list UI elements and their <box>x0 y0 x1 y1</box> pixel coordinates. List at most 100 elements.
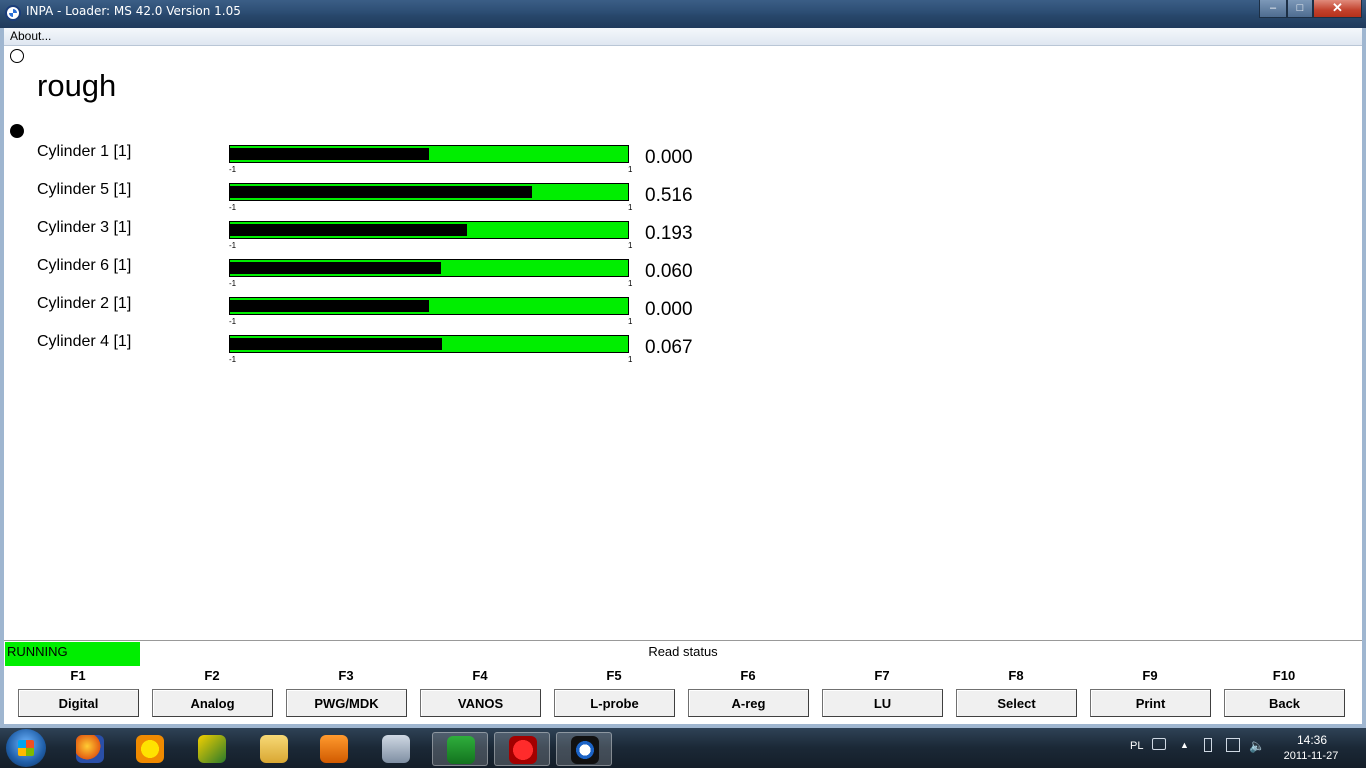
bmw-app-icon <box>5 5 21 21</box>
fkey-label-f4: F4 <box>472 668 488 683</box>
cylinder-bar-fill <box>230 300 429 312</box>
taskbar-media-player-icon[interactable] <box>306 732 362 766</box>
bar-max-label: 1 <box>628 317 633 326</box>
menu-about[interactable]: About... <box>10 29 51 43</box>
fkey-button-vanos[interactable]: VANOS <box>420 689 541 717</box>
bar-max-label: 1 <box>628 241 633 250</box>
cylinder-bar-fill <box>230 148 429 160</box>
cylinder-bar <box>229 183 629 201</box>
function-key-panel: Read status RUNNING F1 Digital F2 Analog F3 P… <box>4 640 1362 724</box>
fkey-label-f1: F1 <box>70 668 86 683</box>
fkey-label-f10: F10 <box>1272 668 1296 683</box>
volume-icon[interactable]: 🔈 <box>1249 738 1265 754</box>
cylinder-bar <box>229 335 629 353</box>
cylinder-bar-fill <box>230 224 467 236</box>
cylinder-label: Cylinder 5 [1] <box>37 181 132 198</box>
fkey-label-f7: F7 <box>874 668 890 683</box>
indicator-filled <box>10 124 24 138</box>
cylinder-bar-fill <box>230 262 441 274</box>
fkey-label-f8: F8 <box>1008 668 1024 683</box>
firefox-icon <box>76 735 104 763</box>
bar-min-label: -1 <box>229 203 237 212</box>
menu-bar: About... <box>4 28 1362 46</box>
cylinder-row: Cylinder 1 [1] -1 1 0.000 <box>4 143 804 181</box>
cylinder-row: Cylinder 6 [1] -1 1 0.060 <box>4 257 804 295</box>
indicator-empty <box>10 49 24 63</box>
fkey-button-digital[interactable]: Digital <box>18 689 139 717</box>
weather-icon <box>136 735 164 763</box>
taskbar-calculator-icon[interactable] <box>368 732 424 766</box>
bmw-inpa-icon <box>571 736 599 764</box>
fkey-button-lu[interactable]: LU <box>822 689 943 717</box>
bar-max-label: 1 <box>628 203 633 212</box>
main-content: rough Cylinder 1 [1] -1 1 0.000 Cylinder 5 [… <box>4 46 1362 640</box>
bar-min-label: -1 <box>229 165 237 174</box>
taskbar-paint-icon[interactable] <box>494 732 550 766</box>
keyboard-icon[interactable] <box>1152 738 1166 750</box>
paint-icon <box>509 736 537 764</box>
bar-min-label: -1 <box>229 317 237 326</box>
cylinder-value: 0.193 <box>645 223 693 244</box>
cylinder-bar <box>229 259 629 277</box>
cylinder-value: 0.060 <box>645 261 693 282</box>
fkey-button-pwg-mdk[interactable]: PWG/MDK <box>286 689 407 717</box>
clock-date[interactable]: 2011-11-27 <box>1276 750 1346 762</box>
cylinder-bar <box>229 145 629 163</box>
bar-max-label: 1 <box>628 355 633 364</box>
cylinder-row: Cylinder 5 [1] -1 1 0.516 <box>4 181 804 219</box>
fkey-label-f9: F9 <box>1142 668 1158 683</box>
tray-expand-icon[interactable]: ▲ <box>1180 740 1189 750</box>
taskbar-weather-icon[interactable] <box>122 732 178 766</box>
fkey-label-f2: F2 <box>204 668 220 683</box>
clock-time[interactable]: 14:36 <box>1282 733 1342 747</box>
cylinder-bar <box>229 297 629 315</box>
fkey-button-select[interactable]: Select <box>956 689 1077 717</box>
minimize-button[interactable]: – <box>1259 0 1287 18</box>
close-button[interactable]: ✕ <box>1313 0 1362 18</box>
battery-icon[interactable] <box>1204 738 1212 752</box>
cylinder-label: Cylinder 3 [1] <box>37 219 132 236</box>
cylinder-value: 0.516 <box>645 185 693 206</box>
fkey-button-a-reg[interactable]: A-reg <box>688 689 809 717</box>
folder-icon <box>260 735 288 763</box>
fkey-label-f5: F5 <box>606 668 622 683</box>
taskbar-bmw-inpa-icon[interactable] <box>556 732 612 766</box>
cylinder-value: 0.000 <box>645 299 693 320</box>
cylinder-row: Cylinder 3 [1] -1 1 0.193 <box>4 219 804 257</box>
maximize-button[interactable]: □ <box>1287 0 1313 18</box>
language-indicator[interactable]: PL <box>1130 740 1143 752</box>
status-badge: RUNNING <box>5 642 140 666</box>
cylinder-value: 0.067 <box>645 337 693 358</box>
taskbar-app-icon[interactable] <box>184 732 240 766</box>
taskbar-firefox-icon[interactable] <box>62 732 118 766</box>
media-player-icon <box>320 735 348 763</box>
fkey-button-analog[interactable]: Analog <box>152 689 273 717</box>
cylinder-label: Cylinder 4 [1] <box>37 333 132 350</box>
start-button[interactable] <box>6 729 46 767</box>
bar-max-label: 1 <box>628 279 633 288</box>
fkey-button-back[interactable]: Back <box>1224 689 1345 717</box>
cylinder-bar <box>229 221 629 239</box>
page-heading: rough <box>37 68 117 103</box>
fkey-label-f6: F6 <box>740 668 756 683</box>
bar-max-label: 1 <box>628 165 633 174</box>
cylinder-label: Cylinder 2 [1] <box>37 295 132 312</box>
taskbar-folder-icon[interactable] <box>246 732 302 766</box>
window-title-bar[interactable]: INPA - Loader: MS 42.0 Version 1.05 – □ … <box>0 0 1366 28</box>
app-icon <box>198 735 226 763</box>
fkey-button-l-probe[interactable]: L-probe <box>554 689 675 717</box>
window-title: INPA - Loader: MS 42.0 Version 1.05 <box>26 4 241 18</box>
cylinder-value: 0.000 <box>645 147 693 168</box>
cylinder-bar-fill <box>230 338 442 350</box>
cylinder-bar-fill <box>230 186 532 198</box>
fkey-label-f3: F3 <box>338 668 354 683</box>
cylinder-label: Cylinder 1 [1] <box>37 143 132 160</box>
bar-min-label: -1 <box>229 355 237 364</box>
status-message: Read status <box>648 644 718 659</box>
taskbar-ediabas-icon[interactable] <box>432 732 488 766</box>
taskbar: PL ▲ 🔈 14:36 2011-11-27 <box>0 728 1366 768</box>
bar-min-label: -1 <box>229 241 237 250</box>
network-icon[interactable] <box>1226 738 1240 752</box>
fkey-button-print[interactable]: Print <box>1090 689 1211 717</box>
ediabas-icon <box>447 736 475 764</box>
